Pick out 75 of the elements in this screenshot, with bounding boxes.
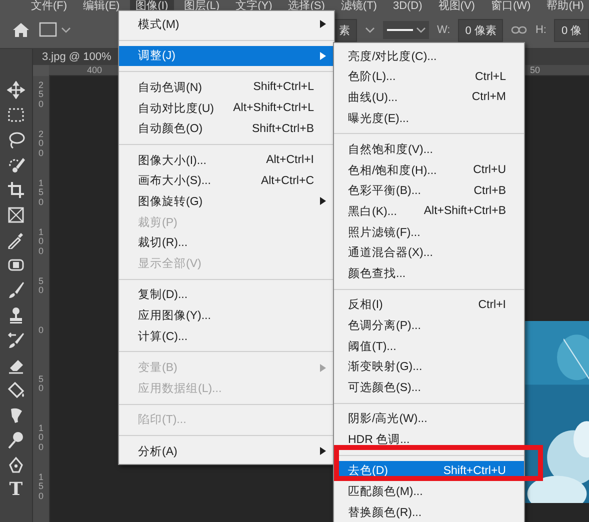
menu-item[interactable]: 图像大小(I)... Alt+Ctrl+I <box>119 150 334 171</box>
quick-selection-icon[interactable] <box>7 156 25 174</box>
home-icon[interactable] <box>12 22 30 38</box>
menu-item[interactable]: 黑白(K)... Alt+Shift+Ctrl+B <box>334 201 524 222</box>
menu-item[interactable]: 自动颜色(O) Shift+Ctrl+B <box>119 118 334 139</box>
ruler-number: 0 <box>38 326 44 336</box>
menu-item[interactable]: 色阶(L)... Ctrl+L <box>334 66 524 88</box>
history-brush-icon[interactable] <box>7 331 25 349</box>
frame-icon[interactable] <box>7 206 25 224</box>
pen-icon[interactable] <box>7 456 25 474</box>
height-field[interactable]: 0 像 <box>554 18 589 42</box>
menu-item[interactable]: 阴影/高光(W)... <box>334 408 524 430</box>
caret-icon[interactable] <box>365 26 375 34</box>
link-icon[interactable] <box>511 25 528 35</box>
menu-item[interactable]: 图像旋转(G) <box>119 191 334 212</box>
menu-item[interactable]: 应用图像(Y)... <box>119 305 334 326</box>
menu-item[interactable]: 色相/饱和度(H)... Ctrl+U <box>334 160 524 181</box>
menu-item[interactable]: 颜色查找... <box>334 262 524 284</box>
menu-bar-item[interactable]: 窗口(W) <box>484 0 537 12</box>
menu-item[interactable]: 自然饱和度(V)... <box>334 139 524 160</box>
type-tool[interactable]: T <box>9 481 23 499</box>
menu-item[interactable]: 色调分离(P)... <box>334 315 524 336</box>
menu-bar-item[interactable]: 视图(V) <box>432 0 481 12</box>
menu-item[interactable]: 亮度/对比度(C)... <box>334 46 524 67</box>
menu-bar-item[interactable]: 3D(D) <box>386 0 428 12</box>
menu-bar-item[interactable]: 文件(F) <box>25 0 74 12</box>
height-label: H: <box>535 24 546 36</box>
menu-item[interactable]: 通道混合器(X)... <box>334 242 524 263</box>
menu-bar-item[interactable]: 滤镜(T) <box>334 0 383 12</box>
menu-item[interactable]: 分析(A) <box>119 441 334 462</box>
paint-bucket-icon[interactable] <box>7 381 25 399</box>
line-stroke-icon <box>386 28 412 32</box>
stroke-style-dropdown[interactable] <box>383 21 429 39</box>
ruler-number: 150 <box>38 473 44 502</box>
menu-item[interactable]: 画布大小(S)... Alt+Ctrl+C <box>119 170 334 192</box>
ruler-number: 50 <box>530 65 540 75</box>
menu-bar-item[interactable]: 帮助(H) <box>540 0 589 12</box>
menu-item[interactable]: 曝光度(E)... <box>334 108 524 128</box>
ruler-number: 100 <box>38 424 44 452</box>
ruler-number: 250 <box>38 81 44 110</box>
menu-item[interactable]: 裁切(R)... <box>119 232 334 253</box>
menu-item[interactable]: 可选颜色(S)... <box>334 376 524 398</box>
menu-item[interactable]: 色彩平衡(B)... Ctrl+B <box>334 180 524 202</box>
marquee-icon[interactable] <box>7 106 25 124</box>
ruler-number: 150 <box>38 179 44 208</box>
menu-item[interactable]: 模式(M) <box>119 14 334 35</box>
rectangle-tool-icon[interactable] <box>38 21 72 39</box>
menu-item[interactable]: 反相(I) Ctrl+I <box>334 294 524 316</box>
menu-item[interactable]: 阈值(T)... <box>334 336 524 356</box>
menu-item[interactable]: 曲线(U)... Ctrl+M <box>334 87 524 108</box>
menu-item[interactable]: 渐变映射(G)... <box>334 356 524 377</box>
menu-item[interactable]: 自动色调(N) Shift+Ctrl+L <box>119 77 334 98</box>
lasso-icon[interactable] <box>7 131 25 149</box>
ruler-number: 400 <box>87 65 102 75</box>
brush-icon[interactable] <box>7 281 25 299</box>
menu-bar-item[interactable]: 编辑(E) <box>77 0 126 12</box>
menu-item[interactable]: 计算(C)... <box>119 326 334 346</box>
ruler-number: 200 <box>38 130 44 158</box>
ruler-number: 50 <box>38 375 44 394</box>
menu-item[interactable]: 匹配颜色(M)... <box>334 481 524 502</box>
menu-item[interactable]: 照片滤镜(F)... <box>334 222 524 242</box>
ruler-number: 100 <box>38 228 44 256</box>
ruler-number: 50 <box>38 277 44 296</box>
document-tab[interactable]: 3.jpg @ 100% <box>42 51 112 63</box>
width-field[interactable]: 0 像素 <box>458 18 504 42</box>
menu-item[interactable]: 自动对比度(U) Alt+Shift+Ctrl+L <box>119 98 334 118</box>
menu-item[interactable]: 替换颜色(R)... <box>334 502 524 522</box>
caret-icon <box>416 27 426 33</box>
menu-item[interactable]: 复制(D)... <box>119 284 334 306</box>
crop-icon[interactable] <box>7 181 25 199</box>
menu-item[interactable]: 调整(J) <box>119 46 334 66</box>
stamp-icon[interactable] <box>7 306 25 324</box>
eyedropper-icon[interactable] <box>7 231 25 249</box>
move-icon[interactable] <box>7 81 25 99</box>
width-label: W: <box>437 24 450 36</box>
